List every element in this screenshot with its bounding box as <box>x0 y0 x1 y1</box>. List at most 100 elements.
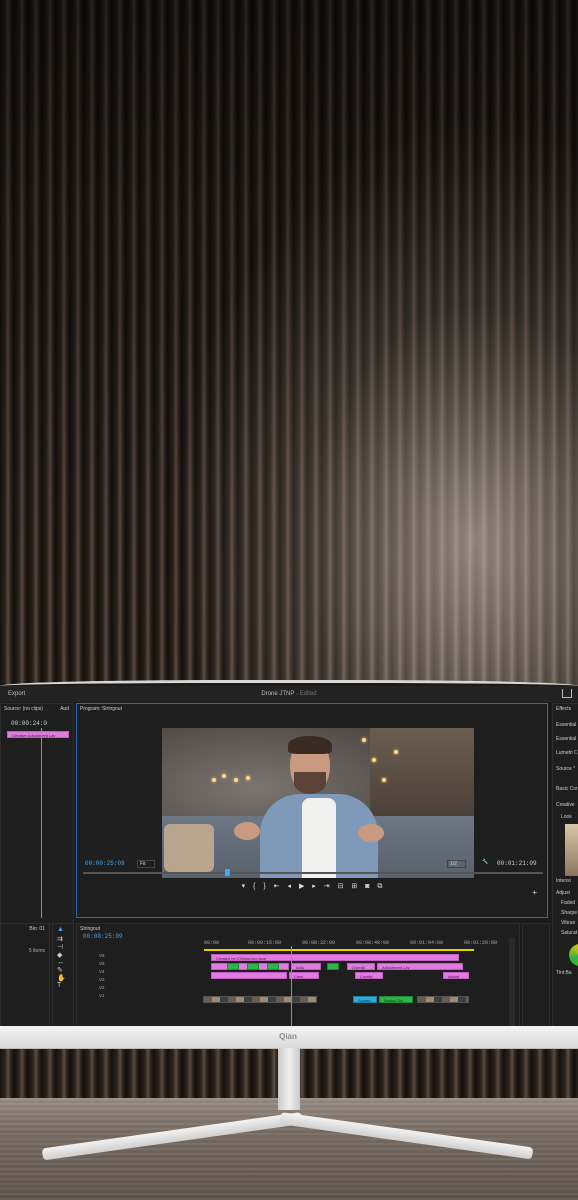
play-icon[interactable]: ▶ <box>299 883 304 890</box>
essential-graphics-tab[interactable]: Essential <box>553 734 578 744</box>
timeline-clip[interactable] <box>327 963 339 970</box>
track-select-icon[interactable]: ⇉ <box>53 935 73 943</box>
out-point-icon[interactable]: } <box>263 883 265 890</box>
tint-balance-label: Tint Ba <box>556 970 572 976</box>
timeline-clip[interactable] <box>211 972 287 979</box>
bokeh-light <box>382 778 386 782</box>
timeline-clip[interactable]: Adju <box>291 963 321 970</box>
bokeh-light <box>394 750 398 754</box>
ruler-tick-label: 00:00 <box>204 940 220 946</box>
wrench-icon[interactable]: 🔧 <box>482 859 488 865</box>
program-current-timecode[interactable]: 00:00:25:09 <box>85 860 125 867</box>
type-tool-icon[interactable]: T <box>53 982 73 989</box>
person-left-hand <box>234 822 260 840</box>
app-titlebar: Export Drone JTNP - Edited <box>0 686 578 702</box>
step-back-icon[interactable]: ◂ <box>287 883 291 890</box>
timeline-panel: Stringout 00:00:25:09 00:00 00:00:16:00 … <box>76 923 520 1033</box>
source-playhead[interactable] <box>41 728 42 918</box>
track-label[interactable]: V3 <box>99 976 105 984</box>
slip-tool-icon[interactable]: ↔ <box>53 959 73 966</box>
program-scrub-bar[interactable] <box>83 869 543 876</box>
timeline-clip[interactable]: Creativ <box>355 972 383 979</box>
work-area-bar[interactable] <box>204 949 474 951</box>
color-wheel-icon[interactable] <box>569 944 578 966</box>
timeline-clip[interactable] <box>227 963 239 970</box>
ruler-tick-label: 00:01:04:00 <box>410 940 444 946</box>
timeline-clip[interactable]: Adjust <box>443 972 469 979</box>
add-button-icon[interactable]: + <box>532 888 537 897</box>
faded-film-label: Faded <box>561 900 576 906</box>
timeline-scrollbar[interactable] <box>509 938 515 1028</box>
ruler-tick-label: 00:01:20:00 <box>464 940 498 946</box>
program-controls: 00:00:25:09 Fit 1/2 🔧 00:01:21:09 <box>77 856 547 870</box>
timeline-clip[interactable] <box>247 963 259 970</box>
timeline-clip[interactable] <box>417 996 469 1003</box>
monitor-stand-neck <box>278 1048 300 1110</box>
go-to-out-icon[interactable]: ⇥ <box>324 883 330 890</box>
person-right-hand <box>358 824 384 842</box>
timeline-clip[interactable] <box>203 996 317 1003</box>
go-to-in-icon[interactable]: ⇤ <box>274 883 280 890</box>
lift-icon[interactable]: ⊟ <box>338 883 344 890</box>
source-timecode: 00:00:24:0 <box>11 720 48 727</box>
timeline-clip[interactable]: Overall <box>347 963 375 970</box>
track-label[interactable]: V1 <box>99 992 105 1000</box>
effects-tab[interactable]: Effects <box>553 704 578 714</box>
ruler-tick-label: 00:00:16:00 <box>248 940 282 946</box>
program-panel-title[interactable]: Program: Stringout <box>77 704 547 714</box>
source-clip[interactable]: Creative Adjustment Lay <box>7 731 69 738</box>
bin-label[interactable]: Bin: 01 <box>1 924 49 934</box>
track-label[interactable]: V6 <box>99 952 105 960</box>
source-panel-title[interactable]: Source: (no clips) Aud <box>1 704 73 714</box>
compare-icon[interactable]: ⧉ <box>377 883 382 890</box>
items-count: 5 items <box>28 948 45 954</box>
track-label[interactable]: V2 <box>99 984 105 992</box>
sharpen-label: Sharpe <box>561 910 578 916</box>
pen-tool-icon[interactable]: ✎ <box>53 966 73 974</box>
timeline-title[interactable]: Stringout <box>77 924 519 934</box>
camera-icon[interactable]: ◙ <box>365 883 369 890</box>
creative-section[interactable]: Creative <box>553 800 578 810</box>
saturation-label: Saturat <box>561 930 578 936</box>
look-preview-thumbnail[interactable] <box>565 824 578 876</box>
monitor-brand-logo: Qian <box>279 1032 297 1041</box>
track-label[interactable]: V4 <box>99 968 105 976</box>
timeline-timecode[interactable]: 00:00:25:09 <box>83 933 123 940</box>
fit-dropdown[interactable]: Fit <box>137 860 155 868</box>
program-duration: 00:01:21:09 <box>497 860 537 867</box>
effects-panel: Effects Essential Essential Lumetri C So… <box>552 703 578 1033</box>
monitor-bottom-bezel: Qian <box>0 1026 578 1049</box>
program-monitor-panel: Program: Stringout 00:00:25:09 Fit 1/2 🔧… <box>76 703 548 918</box>
resolution-dropdown[interactable]: 1/2 <box>447 860 466 868</box>
selection-tool-icon[interactable]: ▲ <box>53 924 73 935</box>
timeline-ruler[interactable]: 00:00 00:00:16:00 00:00:32:00 00:00:48:0… <box>204 938 514 948</box>
track-label[interactable]: V5 <box>99 960 105 968</box>
timeline-clip[interactable]: Crea <box>289 972 319 979</box>
lumetri-tab[interactable]: Lumetri C <box>553 748 578 758</box>
razor-tool-icon[interactable]: ◆ <box>53 951 73 959</box>
adjustments-section[interactable]: Adjust <box>553 888 578 898</box>
step-forward-icon[interactable]: ▸ <box>312 883 316 890</box>
in-point-icon[interactable]: { <box>253 883 255 890</box>
ripple-edit-icon[interactable]: ⊣ <box>53 943 73 951</box>
hand-tool-icon[interactable]: ✋ <box>53 974 73 982</box>
timeline-clip[interactable]: Created by Christopher Azar <box>211 954 459 961</box>
look-label: Look <box>561 814 572 820</box>
share-icon[interactable] <box>562 689 572 698</box>
program-playhead[interactable] <box>225 869 230 876</box>
vibrance-label: Vibran <box>561 920 576 926</box>
person-beard <box>294 772 326 794</box>
extract-icon[interactable]: ⊞ <box>351 883 357 890</box>
timeline-clip[interactable]: Adjustment Lay <box>377 963 463 970</box>
timeline-clip[interactable]: Nested Se <box>379 996 413 1003</box>
audio-meters-panel <box>522 923 550 1033</box>
intensity-label: Intensi <box>556 878 571 884</box>
timeline-clip[interactable] <box>267 963 279 970</box>
timeline-playhead[interactable] <box>291 946 292 1032</box>
essential-sound-tab[interactable]: Essential <box>553 720 578 730</box>
bokeh-light <box>222 774 226 778</box>
mark-in-icon[interactable]: ▾ <box>242 883 246 890</box>
timeline-clip[interactable]: Screen <box>353 996 377 1003</box>
bokeh-light <box>362 738 366 742</box>
basic-correction-section[interactable]: Basic Cor <box>553 784 578 794</box>
